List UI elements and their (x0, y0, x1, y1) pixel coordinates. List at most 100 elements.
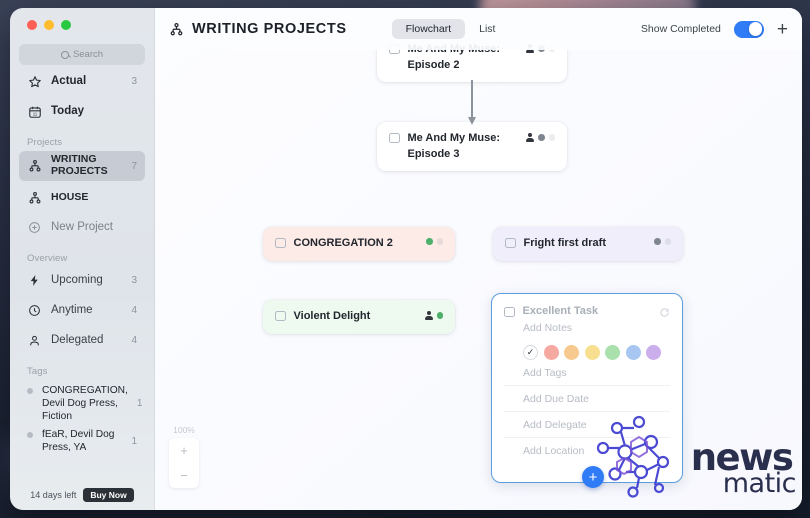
view-mode-segmented-control[interactable]: Flowchart List (391, 19, 510, 39)
trial-status-bar: 14 days left Buy Now (10, 488, 154, 502)
task-card-title: Fright first draft (523, 237, 607, 249)
trial-days-left: 14 days left (30, 490, 77, 500)
sidebar-tag-congregation-label: CONGREGATION, Devil Dog Press, Fiction (42, 385, 128, 423)
sidebar-item-anytime[interactable]: Anytime 4 (19, 297, 145, 324)
task-card[interactable]: Violent Delight (263, 300, 455, 334)
toggle-knob (748, 22, 763, 36)
sidebar-item-delegated-count: 4 (131, 335, 137, 346)
sidebar-item-actual-label: Actual (51, 75, 87, 88)
task-checkbox[interactable] (275, 310, 286, 321)
task-card-title: Me And My Muse: Episode 3 (407, 132, 501, 160)
clock-icon (27, 303, 42, 318)
sidebar-item-actual-count: 3 (131, 76, 137, 87)
sidebar-item-writing-projects-label: WRITING PROJECTS (51, 153, 108, 177)
task-card[interactable]: Me And My Muse: Episode 3 (377, 122, 567, 172)
sidebar-tag-fear[interactable]: fEaR, Devil Dog Press, YA 1 (19, 423, 145, 454)
buy-now-button[interactable]: Buy Now (83, 488, 134, 502)
sidebar-tag-congregation[interactable]: CONGREGATION, Devil Dog Press, Fiction 1 (19, 379, 145, 423)
show-completed-label: Show Completed (640, 23, 721, 35)
bolt-icon (27, 273, 42, 288)
add-notes-input[interactable]: Add Notes (523, 322, 670, 334)
sidebar-item-today[interactable]: 11 Today (19, 98, 145, 125)
sidebar: Search Actual 3 11 Today Projects WRITIN… (10, 8, 155, 510)
color-swatch-yellow[interactable] (584, 345, 600, 360)
color-swatch-orange[interactable] (564, 345, 579, 360)
project-icon (27, 190, 42, 205)
empty-dot-icon (436, 238, 443, 245)
add-button[interactable]: + (777, 20, 788, 39)
color-swatch-picker[interactable] (523, 345, 670, 360)
sidebar-tag-fear-label: fEaR, Devil Dog Press, YA (42, 429, 115, 454)
sidebar-section-tags: Tags (27, 366, 48, 377)
window-traffic-lights[interactable] (19, 8, 145, 30)
empty-dot-icon (664, 238, 671, 245)
sidebar-item-delegated[interactable]: Delegated 4 (19, 327, 145, 354)
reset-icon[interactable] (659, 305, 670, 317)
empty-dot-icon (548, 134, 555, 141)
tag-dot-icon (27, 388, 33, 394)
status-dot-icon (426, 238, 433, 245)
star-icon (27, 74, 42, 89)
assignee-icon (526, 133, 534, 142)
zoom-out-button[interactable]: − (169, 463, 199, 488)
color-swatch-red[interactable] (543, 345, 559, 360)
add-delegate-row[interactable]: Add Delegate (504, 412, 670, 438)
task-checkbox[interactable] (505, 237, 516, 248)
zoom-controls: 100% + − (169, 425, 199, 488)
maximize-window-button[interactable] (61, 20, 71, 30)
close-window-button[interactable] (27, 20, 37, 30)
tab-flowchart[interactable]: Flowchart (391, 19, 466, 39)
show-completed-toggle[interactable] (733, 20, 764, 38)
header-bar: WRITING PROJECTS Flowchart List Show Com… (155, 8, 802, 50)
sidebar-item-house[interactable]: HOUSE (19, 184, 145, 211)
expanded-task-header: Excellent Task (504, 305, 670, 317)
zoom-level-label: 100% (173, 425, 195, 435)
project-icon (27, 159, 42, 174)
color-swatch-purple[interactable] (646, 345, 661, 360)
color-swatch-green[interactable] (605, 345, 620, 360)
task-card-badges (654, 238, 671, 245)
sidebar-item-anytime-count: 4 (131, 305, 137, 316)
task-card[interactable]: CONGREGATION 2 (263, 227, 455, 261)
person-icon (27, 333, 42, 348)
page-title: WRITING PROJECTS (192, 21, 347, 37)
task-card-title: Violent Delight (293, 310, 371, 322)
task-card-badges (426, 238, 443, 245)
flow-connector-arrow (467, 80, 476, 125)
task-checkbox[interactable] (504, 306, 515, 317)
sidebar-item-today-label: Today (51, 105, 85, 118)
sidebar-tag-congregation-count: 1 (136, 398, 143, 410)
app-window: Search Actual 3 11 Today Projects WRITIN… (10, 8, 802, 510)
expanded-task-card[interactable]: Excellent Task Add Notes Add Tags Add Du… (491, 293, 683, 483)
tab-list[interactable]: List (465, 19, 509, 39)
task-card[interactable]: Fright first draft (493, 227, 683, 261)
tag-dot-icon (27, 432, 33, 439)
expanded-task-title-input[interactable]: Excellent Task (523, 305, 660, 317)
color-swatch-none[interactable] (523, 345, 538, 360)
sidebar-item-writing-projects[interactable]: WRITING PROJECTS 7 (19, 151, 145, 181)
zoom-buttons: + − (169, 438, 199, 488)
zoom-in-button[interactable]: + (169, 438, 199, 463)
task-checkbox[interactable] (389, 132, 400, 143)
add-tags-row[interactable]: Add Tags (504, 360, 670, 386)
add-task-fab[interactable]: + (582, 466, 604, 488)
task-card-title: CONGREGATION 2 (293, 237, 393, 249)
search-input[interactable]: Search (19, 44, 145, 65)
search-placeholder: Search (72, 49, 104, 60)
add-due-date-row[interactable]: Add Due Date (504, 386, 670, 412)
add-location-row[interactable]: Add Location (504, 438, 670, 463)
new-project-button[interactable]: New Project (19, 214, 145, 241)
status-dot-icon (538, 134, 545, 141)
project-icon (169, 22, 184, 37)
main-canvas: Me And My Muse: Episode 2 Me And My Muse… (155, 8, 802, 510)
minimize-window-button[interactable] (44, 20, 54, 30)
canvas-background (155, 8, 802, 510)
color-swatch-blue[interactable] (625, 345, 641, 360)
calendar-icon: 11 (27, 104, 42, 119)
sidebar-item-actual[interactable]: Actual 3 (19, 68, 145, 95)
sidebar-item-house-label: HOUSE (51, 190, 89, 203)
task-card-badges (526, 133, 555, 142)
header-actions: Show Completed + (641, 20, 788, 39)
sidebar-item-upcoming[interactable]: Upcoming 3 (19, 267, 145, 294)
task-checkbox[interactable] (275, 237, 286, 248)
